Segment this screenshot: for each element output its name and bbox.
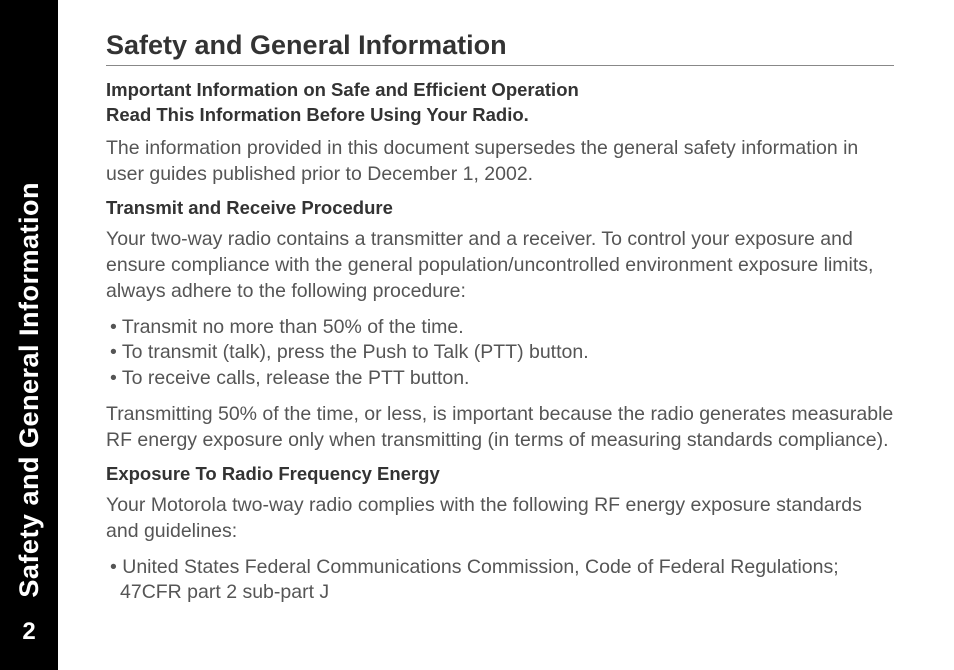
list-item: United States Federal Communications Com… — [106, 555, 894, 606]
list-item: To receive calls, release the PTT button… — [106, 366, 894, 392]
important-info-heading: Important Information on Safe and Effici… — [106, 78, 894, 128]
important-line-1: Important Information on Safe and Effici… — [106, 78, 894, 103]
important-line-2: Read This Information Before Using Your … — [106, 103, 894, 128]
sidebar-title: Safety and General Information — [14, 182, 45, 598]
transmit-bullet-list: Transmit no more than 50% of the time. T… — [106, 315, 894, 392]
section-exposure-body1: Your Motorola two-way radio complies wit… — [106, 493, 894, 544]
page-number: 2 — [22, 618, 35, 646]
section-transmit-body2: Transmitting 50% of the time, or less, i… — [106, 402, 894, 453]
section-exposure-title: Exposure To Radio Frequency Energy — [106, 463, 894, 485]
page-title: Safety and General Information — [106, 30, 894, 66]
section-transmit-body1: Your two-way radio contains a transmitte… — [106, 227, 894, 304]
list-item: To transmit (talk), press the Push to Ta… — [106, 340, 894, 366]
sidebar: Safety and General Information 2 — [0, 0, 58, 670]
intro-paragraph: The information provided in this documen… — [106, 136, 894, 187]
list-item: Transmit no more than 50% of the time. — [106, 315, 894, 341]
section-transmit-title: Transmit and Receive Procedure — [106, 197, 894, 219]
page-content: Safety and General Information Important… — [58, 0, 954, 670]
exposure-bullet-list: United States Federal Communications Com… — [106, 555, 894, 606]
